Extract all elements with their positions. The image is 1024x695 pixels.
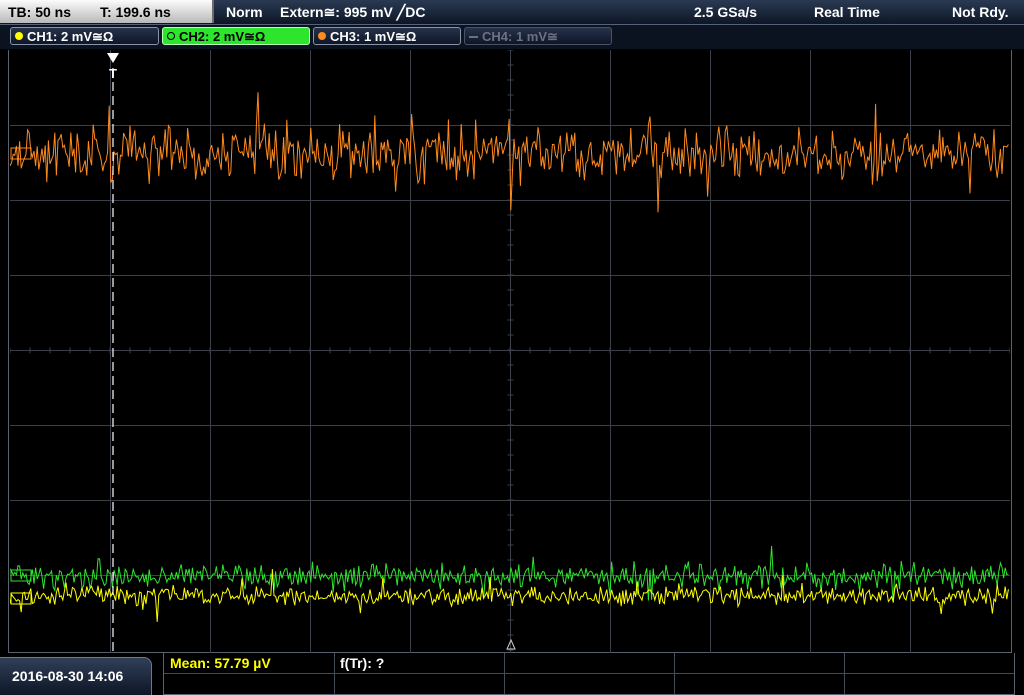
measurement-col-divider: [334, 653, 335, 694]
channel-1-button[interactable]: CH1: 2 mV≅Ω: [10, 27, 159, 45]
date-time: 2016-08-30 14:06: [0, 657, 152, 695]
trigger-marker-label: T: [109, 66, 117, 81]
channel-2-dot-icon: [167, 32, 175, 40]
sample-rate[interactable]: 2.5 GSa/s: [694, 4, 757, 20]
trigger-time-value: T: 199.6 ns: [100, 4, 171, 20]
channel-bar: CH1: 2 mV≅Ω CH2: 2 mV≅Ω CH3: 1 mV≅Ω CH4:…: [0, 25, 1024, 49]
measurement-frequency[interactable]: f(Tr): ?: [340, 655, 384, 671]
measurement-mean[interactable]: Mean: 57.79 µV: [170, 655, 271, 671]
timebase-value: TB: 50 ns: [8, 4, 72, 20]
measurement-row-divider: [164, 673, 1014, 674]
waveform-area[interactable]: T: [10, 50, 1010, 653]
channel-2-button[interactable]: CH2: 2 mV≅Ω: [162, 27, 310, 45]
channel-4-button[interactable]: CH4: 1 mV≅: [464, 27, 612, 45]
measurement-bar: Mean: 57.79 µV f(Tr): ?: [163, 653, 1015, 695]
channel-1-dot-icon: [15, 32, 23, 40]
measurement-col-divider: [844, 653, 845, 694]
measurement-col-divider: [674, 653, 675, 694]
status-bar: TB: 50 ns T: 199.6 ns Norm Extern≅: 995 …: [0, 0, 1024, 25]
channel-3-label: CH3: 1 mV≅Ω: [330, 29, 417, 44]
trigger-mode[interactable]: Norm: [226, 4, 263, 20]
trigger-status: Not Rdy.: [952, 4, 1009, 20]
channel-2-label: CH2: 2 mV≅Ω: [179, 29, 266, 44]
trigger-position-marker[interactable]: T: [107, 53, 119, 653]
channel-3-dot-icon: [318, 32, 326, 40]
channel-4-label: CH4: 1 mV≅: [482, 29, 558, 44]
channel-1-label: CH1: 2 mV≅Ω: [27, 29, 114, 44]
timebase-box[interactable]: TB: 50 ns T: 199.6 ns: [0, 0, 214, 23]
channel-4-off-icon: [469, 36, 478, 38]
trigger-source[interactable]: Extern≅: 995 mV ╱DC: [280, 4, 425, 21]
channel-3-button[interactable]: CH3: 1 mV≅Ω: [313, 27, 461, 45]
acquisition-mode[interactable]: Real Time: [814, 4, 880, 20]
measurement-col-divider: [504, 653, 505, 694]
